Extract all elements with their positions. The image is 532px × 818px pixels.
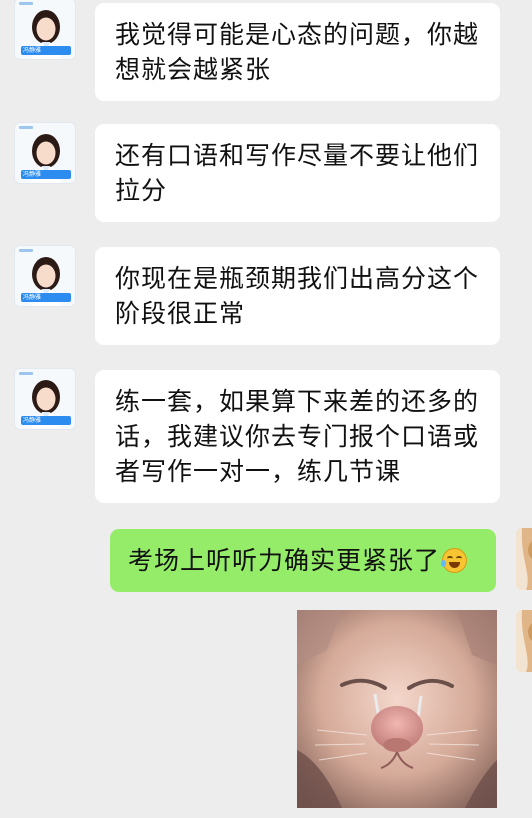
message-row: 考场上听听力确实更紧张了	[0, 528, 532, 594]
message-row: 冯静雅 练一套，如果算下来差的还多的 话，我建议你去专门报个口语或 者写作一对一…	[0, 368, 532, 504]
brand-logo	[19, 2, 33, 5]
message-text: 考场上听听力确实更紧张了	[128, 543, 478, 578]
message-text: 拉分	[115, 176, 168, 205]
teacher-avatar[interactable]: 冯静雅	[14, 245, 76, 307]
message-row: 冯静雅 还有口语和写作尽量不要让他们 拉分	[0, 122, 532, 224]
brand-logo	[19, 372, 33, 375]
message-row: 冯静雅 你现在是瓶颈期我们出高分这个 阶段很正常	[0, 245, 532, 347]
message-row: 冯静雅 我觉得可能是心态的问题，你越 想就会越紧张	[0, 0, 532, 101]
message-bubble[interactable]: 你现在是瓶颈期我们出高分这个 阶段很正常	[95, 247, 500, 345]
laughing-with-tears-icon	[441, 548, 468, 573]
avatar-label: 冯静雅	[23, 171, 42, 178]
user-avatar-icon	[516, 610, 532, 672]
teacher-avatar[interactable]: 冯静雅	[14, 122, 76, 184]
brand-logo	[19, 126, 33, 129]
crying-cat-image	[297, 610, 497, 808]
message-text: 想就会越紧张	[115, 55, 272, 84]
brand-logo	[19, 249, 33, 252]
message-bubble[interactable]: 我觉得可能是心态的问题，你越 想就会越紧张	[95, 3, 500, 101]
teacher-avatar[interactable]: 冯静雅	[14, 368, 76, 430]
user-avatar-icon	[516, 528, 532, 590]
self-avatar[interactable]	[516, 610, 532, 672]
teacher-avatar[interactable]: 冯静雅	[14, 0, 76, 60]
message-text: 还有口语和写作尽量不要让他们	[115, 141, 480, 170]
message-text: 者写作一对一，练几节课	[115, 457, 402, 486]
message-text: 你现在是瓶颈期我们出高分这个	[115, 264, 480, 293]
message-bubble[interactable]: 还有口语和写作尽量不要让他们 拉分	[95, 124, 500, 222]
message-text: 练一套，如果算下来差的还多的	[115, 387, 480, 416]
avatar-label: 冯静雅	[23, 294, 42, 301]
message-text: 阶段很正常	[115, 299, 246, 328]
message-text: 话，我建议你去专门报个口语或	[115, 422, 480, 451]
outgoing-message-bubble[interactable]: 考场上听听力确实更紧张了	[110, 529, 496, 592]
message-text-content: 考场上听听力确实更紧张了	[128, 546, 441, 575]
message-text: 我觉得可能是心态的问题，你越	[115, 20, 480, 49]
chat-window: 冯静雅 我觉得可能是心态的问题，你越 想就会越紧张 冯静雅 还有口语和写作尽量不…	[0, 0, 532, 818]
avatar-label: 冯静雅	[23, 47, 42, 54]
crying-cat-photo[interactable]	[297, 610, 497, 808]
self-avatar[interactable]	[516, 528, 532, 590]
avatar-label: 冯静雅	[23, 417, 42, 424]
message-bubble[interactable]: 练一套，如果算下来差的还多的 话，我建议你去专门报个口语或 者写作一对一，练几节…	[95, 370, 500, 503]
